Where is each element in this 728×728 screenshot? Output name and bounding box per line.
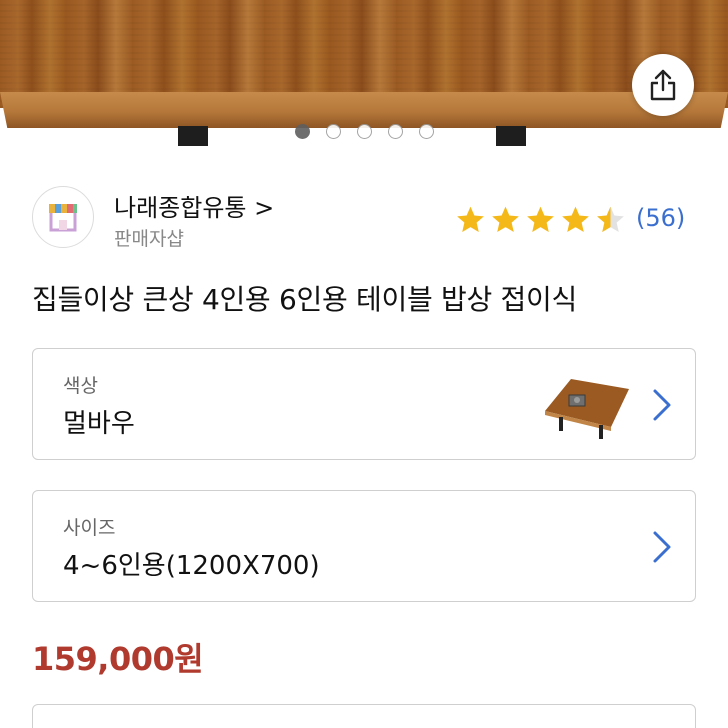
store-icon	[49, 204, 77, 232]
size-option-value: 4~6인용(1200X700)	[63, 551, 320, 581]
next-section-box[interactable]	[32, 704, 696, 728]
size-option-selector[interactable]: 사이즈 4~6인용(1200X700)	[32, 490, 696, 602]
color-option-selector[interactable]: 색상 멀바우	[32, 348, 696, 460]
chevron-right-icon	[653, 389, 671, 421]
carousel-dot[interactable]	[294, 124, 310, 139]
product-image	[0, 0, 728, 108]
carousel-dot[interactable]	[325, 124, 341, 139]
review-count-link[interactable]: (56)	[636, 204, 685, 232]
product-title: 집들이상 큰상 4인용 6인용 테이블 밥상 접이식	[32, 283, 577, 316]
color-option-thumbnail	[545, 379, 629, 439]
seller-info: 나래종합유통 > 판매자샵 (56)	[32, 186, 696, 250]
star-half-icon	[597, 206, 624, 232]
product-price: 159,000원	[32, 640, 204, 678]
star-icon	[492, 206, 519, 232]
seller-name-link[interactable]: 나래종합유통 >	[114, 188, 274, 223]
product-image-carousel[interactable]	[0, 0, 728, 160]
carousel-dot[interactable]	[418, 124, 434, 139]
carousel-dot[interactable]	[356, 124, 372, 139]
star-icon	[457, 206, 484, 232]
rating-stars[interactable]	[454, 204, 627, 236]
chevron-right-icon	[653, 531, 671, 563]
carousel-indicator	[0, 124, 728, 139]
color-option-label: 색상	[63, 375, 98, 397]
size-option-label: 사이즈	[63, 517, 116, 539]
product-image-edge	[0, 92, 728, 128]
star-icon	[527, 206, 554, 232]
color-option-value: 멀바우	[63, 409, 135, 439]
seller-shop-label: 판매자샵	[114, 228, 184, 250]
seller-avatar[interactable]	[32, 186, 94, 248]
share-button[interactable]	[632, 54, 694, 116]
carousel-dot[interactable]	[387, 124, 403, 139]
star-icon	[562, 206, 589, 232]
share-icon	[650, 69, 676, 101]
